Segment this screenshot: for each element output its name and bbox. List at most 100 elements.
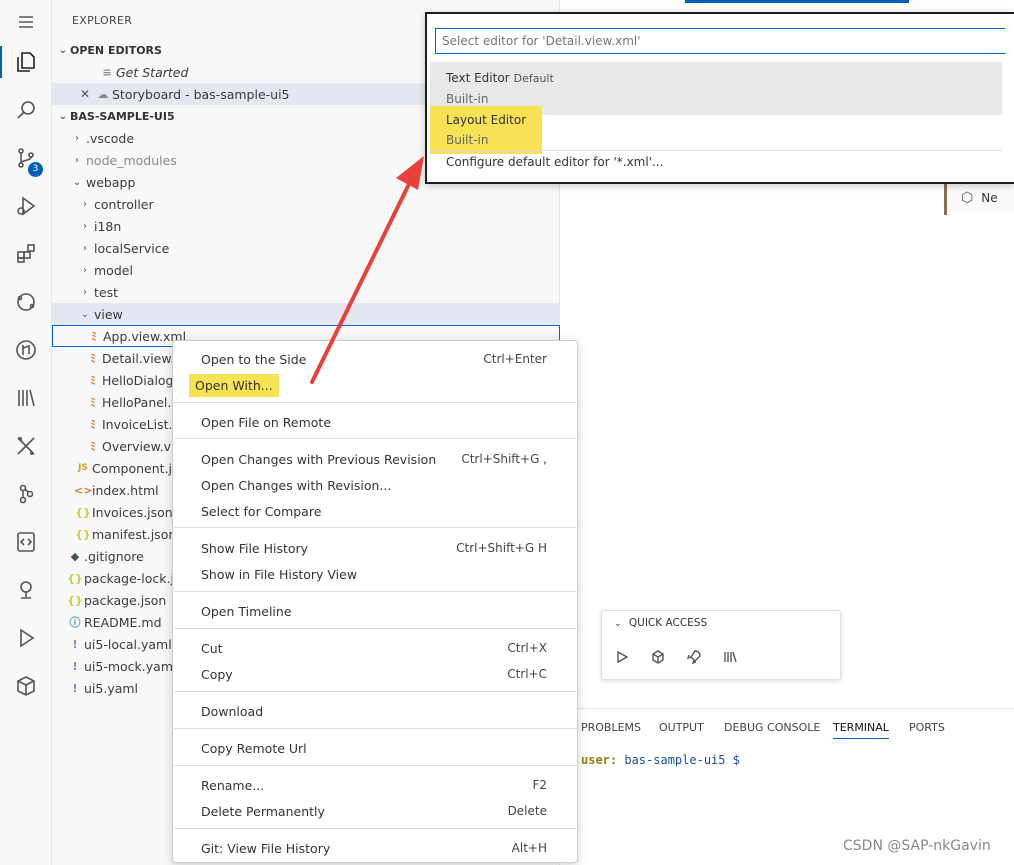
menu-separator — [174, 402, 578, 403]
tab-ports[interactable]: PORTS — [909, 721, 945, 734]
play-icon[interactable] — [612, 647, 632, 667]
menu-separator — [174, 728, 578, 729]
git-diamond-icon: ◆ — [70, 549, 80, 563]
menu-copy-remote-url[interactable]: Copy Remote Url — [177, 736, 573, 760]
exclamation-icon: ! — [72, 681, 78, 695]
menu-rename[interactable]: Rename... F2 — [177, 773, 573, 797]
location-icon[interactable] — [0, 568, 52, 612]
git-graph-icon[interactable] — [0, 328, 52, 372]
chevron-right-icon: › — [83, 242, 87, 254]
explorer-icon[interactable] — [0, 40, 52, 84]
extensions-icon[interactable] — [0, 232, 52, 276]
folder-i18n[interactable]: › i18n — [52, 215, 560, 237]
tab-problems[interactable]: PROBLEMS — [581, 721, 641, 734]
json-icon: {} — [75, 505, 91, 519]
html-icon: <> — [74, 483, 93, 497]
cube-icon[interactable] — [648, 647, 668, 667]
rss-icon: ﾐ — [90, 374, 96, 387]
tools-icon[interactable] — [0, 424, 52, 468]
source-control-badge: 3 — [28, 162, 43, 177]
menu-separator — [174, 527, 578, 528]
menu-separator — [174, 765, 578, 766]
explorer-title: EXPLORER — [72, 14, 133, 27]
search-icon[interactable] — [0, 88, 52, 132]
folder-localservice[interactable]: › localService — [52, 237, 560, 259]
watermark: CSDN @SAP-nkGavin — [843, 838, 991, 854]
menu-open-file-on-remote[interactable]: Open File on Remote — [177, 410, 573, 434]
remote-icon[interactable] — [0, 280, 52, 324]
activity-bar: 3 — [0, 0, 52, 865]
menu-copy[interactable]: Copy Ctrl+C — [177, 662, 573, 686]
chevron-right-icon: › — [83, 198, 87, 210]
close-icon[interactable]: ✕ — [76, 87, 94, 101]
cube-icon: ⬡ — [961, 190, 974, 206]
chevron-right-icon: › — [83, 264, 87, 276]
code-review-icon[interactable] — [0, 520, 52, 564]
cloud-icon: ☁ — [97, 87, 109, 101]
rss-icon: ﾐ — [90, 440, 96, 453]
menu-open-timeline[interactable]: Open Timeline — [177, 599, 573, 623]
menu-separator — [174, 438, 578, 439]
chevron-right-icon: › — [75, 132, 79, 144]
info-icon: ⓘ — [69, 616, 81, 629]
quick-pick-configure-default[interactable]: Configure default editor for '*.xml'... — [430, 151, 1002, 178]
tab-debug-console[interactable]: DEBUG CONSOLE — [724, 721, 820, 734]
menu-open-to-side[interactable]: Open to the Side Ctrl+Enter — [177, 347, 573, 371]
side-card-fragment[interactable]: ⬡ Ne — [944, 181, 1014, 215]
quick-pick-layout-editor[interactable]: Layout Editor Built-in — [430, 106, 1002, 154]
folder-model[interactable]: › model — [52, 259, 560, 281]
terminal-prompt[interactable]: user: bas-sample-ui5 $ — [581, 753, 740, 767]
folder-test[interactable]: › test — [52, 281, 560, 303]
menu-open-with[interactable]: Open With... — [177, 373, 573, 397]
context-menu: Open to the Side Ctrl+Enter Open With... … — [172, 340, 578, 863]
commit-icon[interactable] — [0, 472, 52, 516]
chevron-down-icon: ⌄ — [58, 44, 68, 56]
menu-open-changes-revision[interactable]: Open Changes with Revision... — [177, 473, 573, 497]
rss-icon: ﾐ — [90, 396, 96, 409]
folder-view[interactable]: ⌄ view — [52, 303, 560, 325]
quick-access-panel: ⌄ QUICK ACCESS — [601, 610, 841, 680]
chevron-down-icon: ⌄ — [72, 176, 82, 188]
menu-icon[interactable] — [0, 0, 52, 44]
library-icon[interactable] — [0, 376, 52, 420]
cube-icon[interactable] — [0, 664, 52, 708]
json-icon: {} — [75, 527, 91, 541]
tab-output[interactable]: OUTPUT — [659, 721, 704, 734]
source-control-icon[interactable]: 3 — [0, 136, 52, 180]
javascript-icon: JS — [78, 463, 88, 473]
active-tab-indicator — [685, 0, 909, 3]
chevron-right-icon: › — [75, 154, 79, 166]
menu-select-for-compare[interactable]: Select for Compare — [177, 499, 573, 523]
menu-download[interactable]: Download — [177, 699, 573, 723]
menu-git-view-file-history[interactable]: Git: View File History Alt+H — [177, 836, 573, 860]
quick-access-title[interactable]: ⌄ QUICK ACCESS — [614, 617, 707, 629]
menu-delete-permanently[interactable]: Delete Permanently Delete — [177, 799, 573, 823]
tab-terminal[interactable]: TERMINAL — [833, 721, 889, 739]
chevron-down-icon: ⌄ — [614, 619, 622, 629]
run-debug-icon[interactable] — [0, 184, 52, 228]
menu-separator — [174, 828, 578, 829]
document-lines-icon: ≡ — [102, 65, 112, 79]
rss-icon: ﾐ — [90, 352, 96, 365]
chevron-right-icon: › — [83, 286, 87, 298]
menu-separator — [174, 591, 578, 592]
run-icon[interactable] — [0, 616, 52, 660]
menu-separator — [174, 691, 578, 692]
menu-separator — [174, 628, 578, 629]
json-icon: {} — [67, 593, 83, 607]
exclamation-icon: ! — [72, 659, 78, 673]
menu-show-file-history[interactable]: Show File History Ctrl+Shift+G H — [177, 536, 573, 560]
rss-icon: ﾐ — [90, 418, 96, 431]
rss-icon: ﾐ — [91, 330, 97, 343]
chevron-down-icon: ⌄ — [80, 308, 90, 320]
library-icon[interactable] — [720, 647, 740, 667]
exclamation-icon: ! — [72, 637, 78, 651]
editor-select-input[interactable] — [435, 28, 1005, 54]
editor-quick-pick: Text EditorDefault Built-in Layout Edito… — [425, 12, 1014, 184]
menu-show-in-file-history-view[interactable]: Show in File History View — [177, 562, 573, 586]
json-icon: {} — [67, 571, 83, 585]
menu-open-changes-previous[interactable]: Open Changes with Previous Revision Ctrl+… — [177, 447, 573, 471]
rocket-icon[interactable] — [684, 647, 704, 667]
menu-cut[interactable]: Cut Ctrl+X — [177, 636, 573, 660]
folder-controller[interactable]: › controller — [52, 193, 560, 215]
